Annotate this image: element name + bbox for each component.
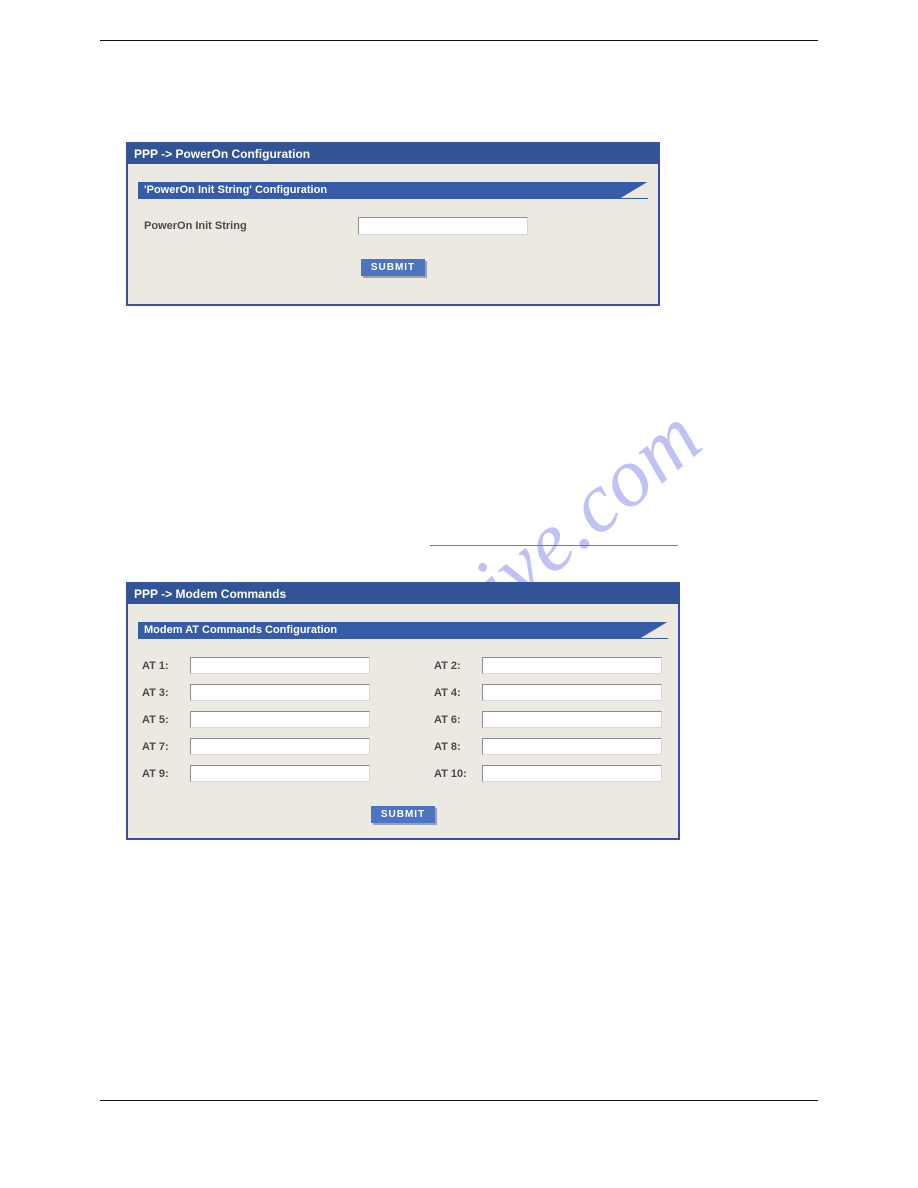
at7-label: AT 7: [142, 741, 190, 753]
page-bottom-rule [100, 1100, 818, 1101]
at2-label: AT 2: [434, 660, 482, 672]
at5-input[interactable] [190, 711, 370, 728]
at9-label: AT 9: [142, 768, 190, 780]
modem-submit-button[interactable]: SUBMIT [371, 806, 435, 823]
modem-panel-breadcrumb: PPP -> Modem Commands [128, 584, 678, 604]
at5-label: AT 5: [142, 714, 190, 726]
at-commands-grid: AT 1: AT 2: AT 3: AT 4: AT 5: AT 6: AT 7… [138, 657, 668, 782]
modem-commands-panel: PPP -> Modem Commands Modem AT Commands … [126, 582, 680, 840]
poweron-init-input[interactable] [358, 217, 528, 235]
at1-input[interactable] [190, 657, 370, 674]
poweron-section-title: 'PowerOn Init String' Configuration [138, 182, 648, 198]
at7-input[interactable] [190, 738, 370, 755]
at3-input[interactable] [190, 684, 370, 701]
poweron-submit-wrap: SUBMIT [138, 257, 648, 276]
at4-label: AT 4: [434, 687, 482, 699]
page-top-rule [100, 40, 818, 41]
at4-input[interactable] [482, 684, 662, 701]
mid-underline [430, 545, 678, 546]
at2-input[interactable] [482, 657, 662, 674]
poweron-submit-button[interactable]: SUBMIT [361, 259, 425, 276]
poweron-init-label: PowerOn Init String [138, 220, 358, 232]
at10-input[interactable] [482, 765, 662, 782]
at3-label: AT 3: [142, 687, 190, 699]
at6-label: AT 6: [434, 714, 482, 726]
document-page: manualshive.com PPP -> PowerOn Configura… [0, 0, 918, 1188]
poweron-config-panel: PPP -> PowerOn Configuration 'PowerOn In… [126, 142, 660, 306]
poweron-panel-breadcrumb: PPP -> PowerOn Configuration [128, 144, 658, 164]
modem-submit-wrap: SUBMIT [138, 804, 668, 823]
at10-label: AT 10: [434, 768, 482, 780]
modem-panel-body: Modem AT Commands Configuration AT 1: AT… [128, 604, 678, 837]
at8-input[interactable] [482, 738, 662, 755]
modem-section-rule [138, 638, 668, 639]
at6-input[interactable] [482, 711, 662, 728]
at9-input[interactable] [190, 765, 370, 782]
modem-section-title: Modem AT Commands Configuration [138, 622, 668, 638]
poweron-panel-body: 'PowerOn Init String' Configuration Powe… [128, 164, 658, 290]
poweron-form-row: PowerOn Init String [138, 217, 648, 235]
at1-label: AT 1: [142, 660, 190, 672]
at8-label: AT 8: [434, 741, 482, 753]
poweron-section-rule [138, 198, 648, 199]
